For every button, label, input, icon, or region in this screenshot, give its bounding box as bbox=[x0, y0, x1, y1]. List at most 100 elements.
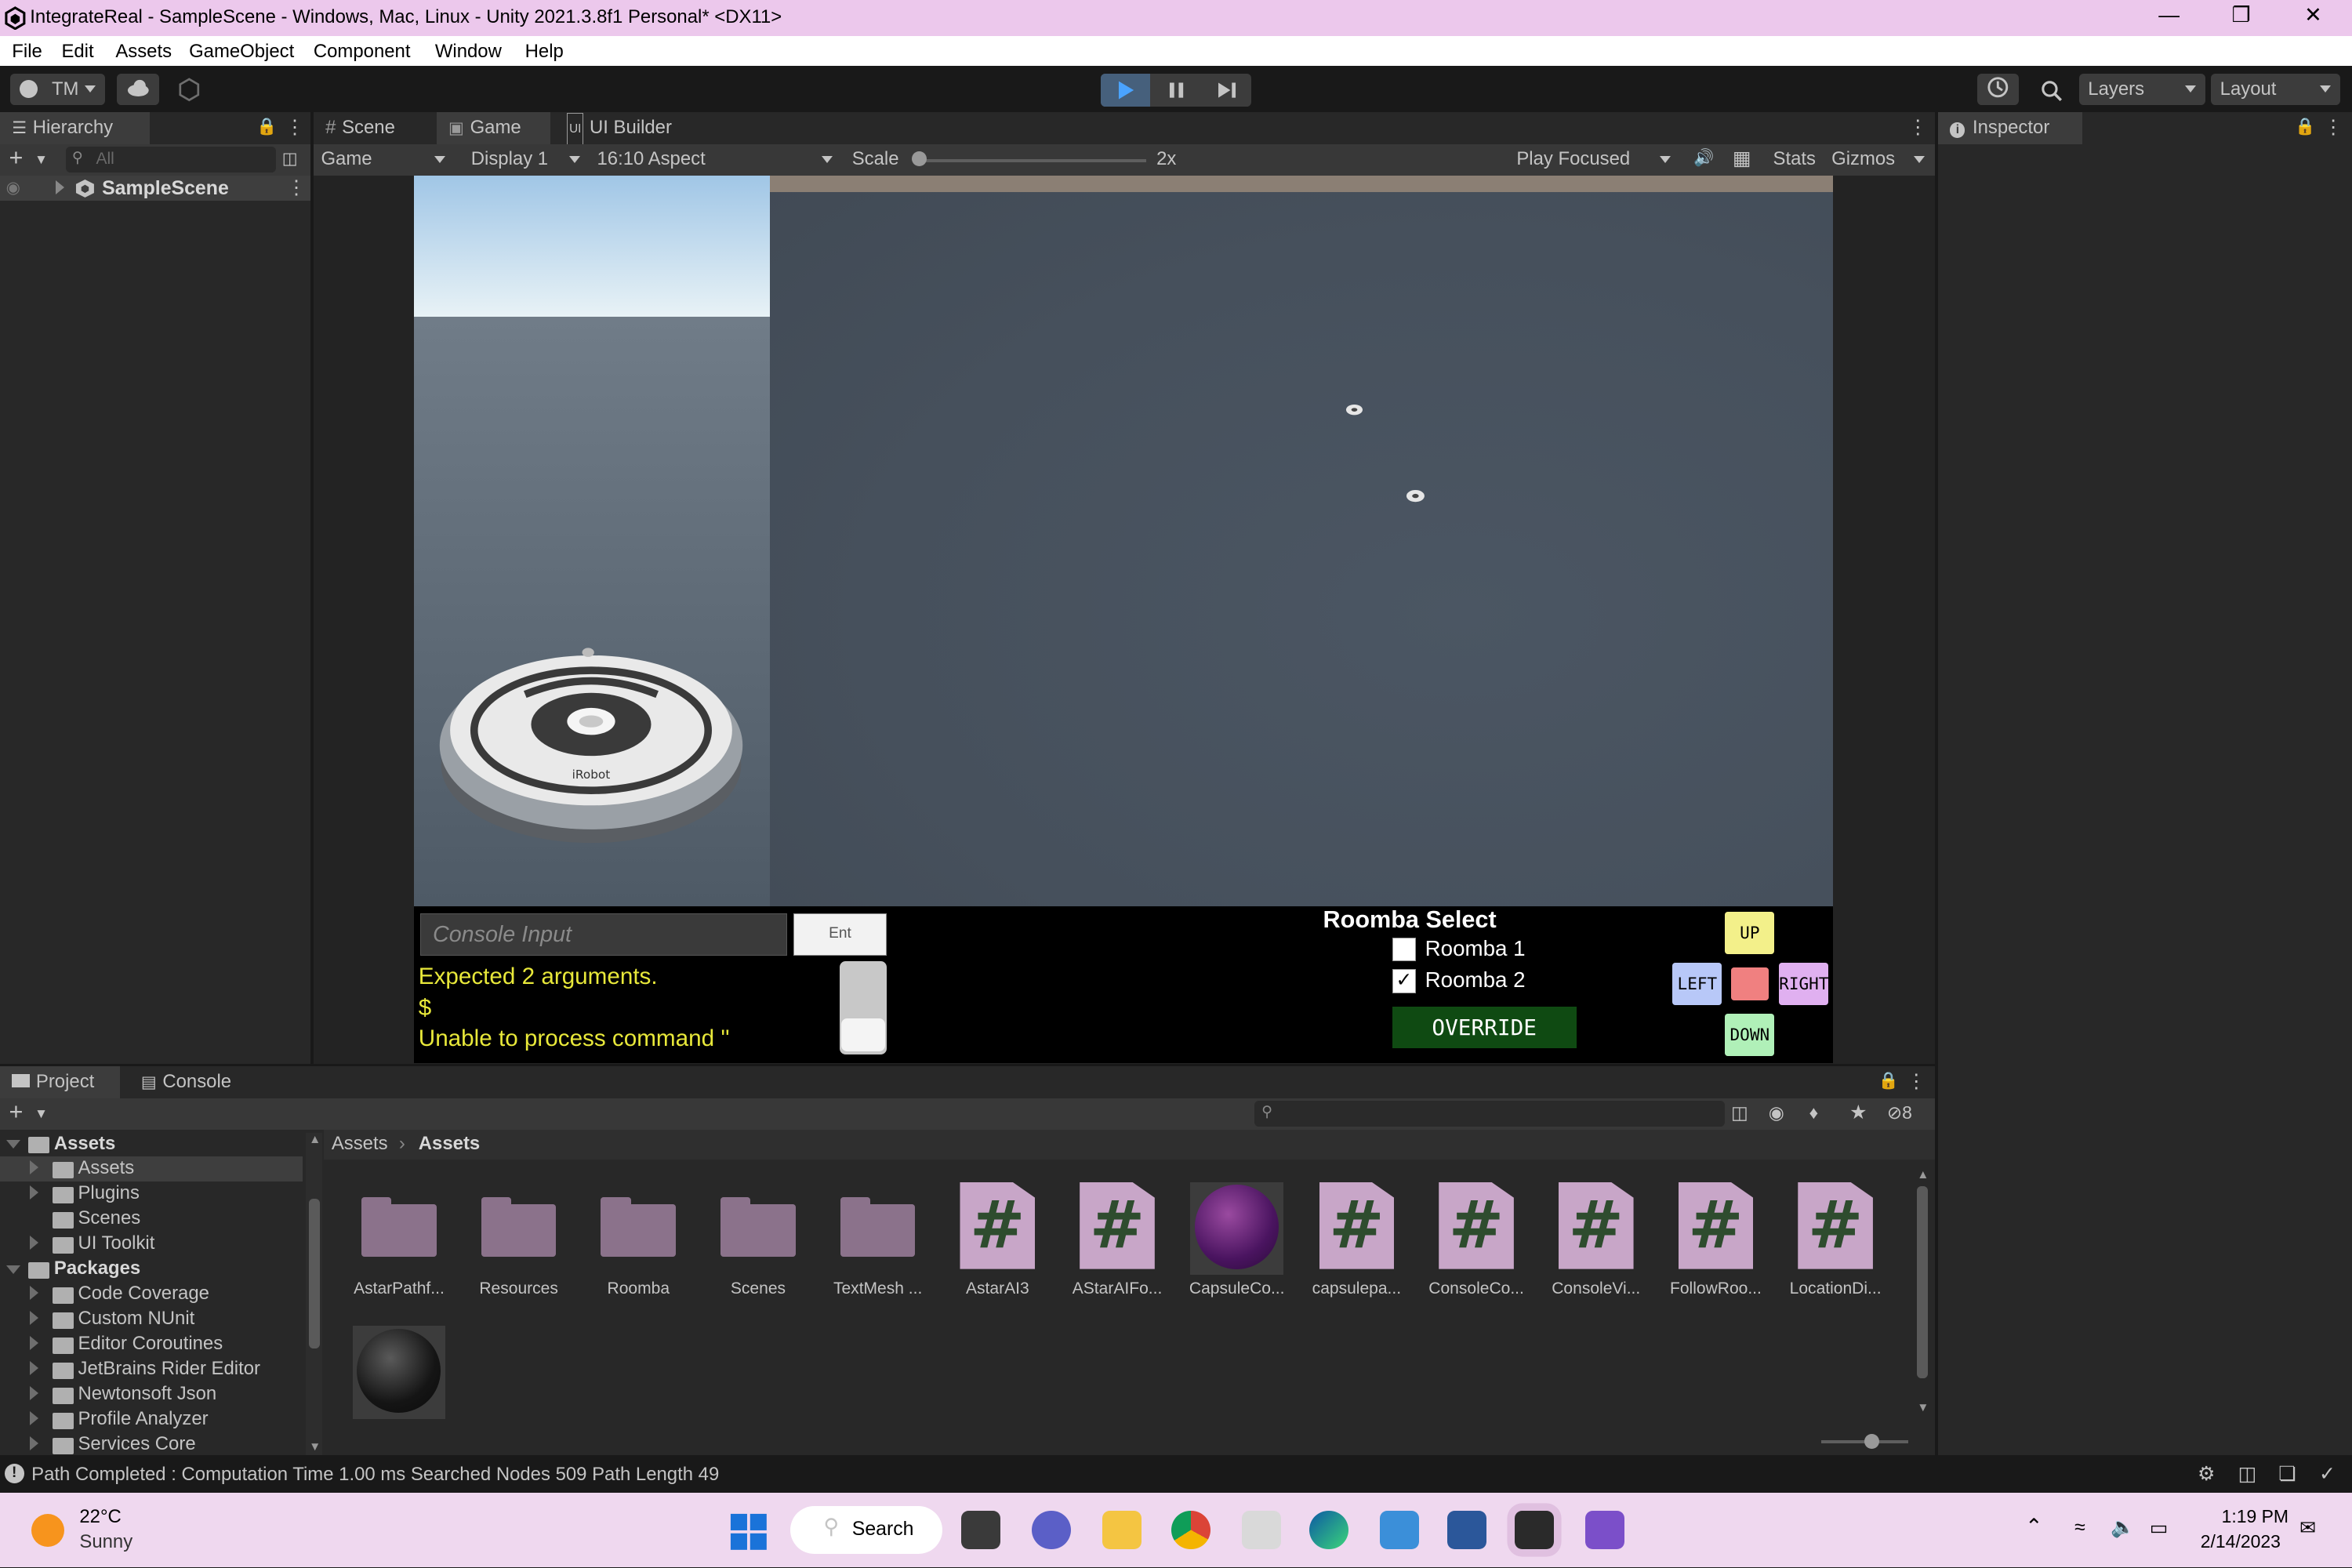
weather-condition[interactable]: Sunny bbox=[79, 1531, 132, 1553]
teams-chat-icon[interactable] bbox=[1032, 1510, 1072, 1550]
hierarchy-search-input[interactable]: ⚲ All bbox=[66, 147, 277, 172]
chevron-right-icon[interactable] bbox=[30, 1360, 38, 1375]
breadcrumb-root[interactable]: Assets bbox=[332, 1133, 388, 1155]
collab-icon[interactable] bbox=[177, 78, 201, 102]
tree-item[interactable]: JetBrains Rider Editor bbox=[0, 1356, 303, 1382]
project-search-input[interactable]: ⚲ bbox=[1254, 1101, 1726, 1127]
taskbar-search[interactable]: ⚲ Search bbox=[790, 1505, 942, 1555]
asset-item[interactable] bbox=[342, 1326, 456, 1449]
override-button[interactable]: OVERRIDE bbox=[1392, 1006, 1577, 1049]
asset-item[interactable]: Roomba bbox=[582, 1182, 695, 1305]
play-button[interactable] bbox=[1101, 73, 1151, 107]
more-options-icon[interactable]: ⋮ bbox=[286, 176, 306, 199]
chevron-right-icon[interactable] bbox=[30, 1286, 38, 1301]
chevron-down-icon[interactable] bbox=[5, 1140, 20, 1149]
tree-item[interactable]: Profile Analyzer bbox=[0, 1406, 303, 1432]
battery-icon[interactable]: ▭ bbox=[2150, 1516, 2169, 1540]
asset-item[interactable]: # LocationDi... bbox=[1778, 1181, 1892, 1305]
scroll-up-icon[interactable]: ▲ bbox=[309, 1133, 321, 1147]
more-options-icon[interactable]: ⋮ bbox=[285, 115, 305, 139]
tree-scrollbar[interactable]: ▲ ▼ bbox=[306, 1132, 323, 1455]
aspect-dropdown[interactable]: 16:10 Aspect bbox=[590, 144, 841, 176]
asset-item[interactable]: CapsuleCo... bbox=[1180, 1181, 1294, 1305]
scroll-down-icon[interactable]: ▼ bbox=[309, 1440, 321, 1454]
notification-icon[interactable]: ✉ bbox=[2299, 1516, 2316, 1540]
clock-time[interactable]: 1:19 PM bbox=[2222, 1506, 2288, 1527]
scene-filter-icon[interactable]: ◫ bbox=[282, 148, 298, 169]
scroll-down-icon[interactable]: ▼ bbox=[1917, 1401, 1929, 1415]
down-button[interactable]: DOWN bbox=[1725, 1014, 1775, 1056]
tree-item[interactable]: Assets bbox=[0, 1156, 303, 1182]
breadcrumb-current[interactable]: Assets bbox=[419, 1133, 480, 1155]
menu-window[interactable]: Window bbox=[435, 41, 502, 63]
chevron-up-icon[interactable]: ⌃ bbox=[2025, 1515, 2042, 1539]
tab-game[interactable]: ▣ Game bbox=[436, 112, 551, 144]
notepad-icon[interactable] bbox=[1380, 1510, 1419, 1550]
chevron-right-icon[interactable] bbox=[30, 1185, 38, 1200]
add-icon[interactable]: + bbox=[9, 144, 23, 172]
sun-icon[interactable] bbox=[31, 1513, 65, 1547]
wifi-icon[interactable]: ≈ bbox=[2074, 1516, 2085, 1539]
menu-file[interactable]: File bbox=[12, 41, 42, 63]
tree-item[interactable]: Custom NUnit bbox=[0, 1306, 303, 1332]
roomba-1-checkbox[interactable] bbox=[1392, 937, 1417, 962]
chevron-down-icon[interactable]: ▼ bbox=[34, 1105, 48, 1122]
visibility-icon[interactable]: ◉ bbox=[6, 177, 20, 198]
step-button[interactable] bbox=[1202, 74, 1251, 107]
search-by-type-icon[interactable]: ◫ bbox=[1731, 1102, 1748, 1123]
cache-icon[interactable]: ◫ bbox=[2238, 1462, 2257, 1486]
asset-item[interactable]: # AStarAIFo... bbox=[1060, 1181, 1174, 1305]
tree-item[interactable]: Newtonsoft Json bbox=[0, 1381, 303, 1407]
enter-button[interactable]: Ent bbox=[793, 913, 887, 956]
chrome-icon[interactable] bbox=[1171, 1510, 1211, 1550]
tree-item[interactable]: Assets bbox=[0, 1131, 303, 1157]
minimize-button[interactable]: — bbox=[2147, 3, 2191, 33]
layout-dropdown[interactable]: Layout bbox=[2211, 73, 2340, 105]
asset-item[interactable]: Scenes bbox=[701, 1182, 815, 1305]
hierarchy-scene-row[interactable]: ◉ SampleScene ⋮ bbox=[0, 175, 311, 201]
stop-button[interactable] bbox=[1730, 967, 1769, 1001]
menu-component[interactable]: Component bbox=[314, 41, 411, 63]
chevron-right-icon[interactable] bbox=[30, 1436, 38, 1450]
account-dropdown[interactable]: TM bbox=[10, 73, 105, 105]
up-button[interactable]: UP bbox=[1725, 912, 1775, 954]
left-button[interactable]: LEFT bbox=[1672, 963, 1722, 1005]
visual-studio-icon[interactable] bbox=[1585, 1510, 1625, 1550]
tree-item[interactable]: Packages bbox=[0, 1256, 303, 1282]
word-icon[interactable] bbox=[1447, 1510, 1487, 1550]
right-button[interactable]: RIGHT bbox=[1779, 963, 1828, 1005]
asset-item[interactable]: # FollowRoo... bbox=[1659, 1181, 1773, 1305]
scroll-up-icon[interactable]: ▲ bbox=[1917, 1168, 1929, 1182]
gizmos-dropdown[interactable]: Gizmos bbox=[1825, 144, 1933, 176]
asset-item[interactable]: AstarPathf... bbox=[342, 1182, 456, 1305]
asset-item[interactable]: Resources bbox=[462, 1182, 575, 1305]
stats-button[interactable]: Stats bbox=[1773, 148, 1816, 170]
tree-item[interactable]: Scenes bbox=[0, 1206, 303, 1232]
asset-scrollbar[interactable]: ▲ ▼ bbox=[1915, 1168, 1930, 1423]
play-focused-dropdown[interactable]: Play Focused bbox=[1511, 144, 1680, 176]
speaker-mute-icon[interactable]: 🔈 bbox=[2111, 1516, 2135, 1539]
unity-hub-icon[interactable] bbox=[1242, 1510, 1281, 1550]
menu-gameobject[interactable]: GameObject bbox=[189, 41, 294, 63]
debug-icon[interactable]: ⚙ bbox=[2198, 1462, 2215, 1486]
asset-scrollbar-thumb[interactable] bbox=[1917, 1186, 1928, 1379]
tree-item[interactable]: UI Toolkit bbox=[0, 1231, 303, 1257]
file-explorer-icon[interactable] bbox=[1102, 1510, 1142, 1550]
console-scrollbar[interactable] bbox=[840, 961, 887, 1054]
layers-dropdown[interactable]: Layers bbox=[2078, 73, 2205, 105]
hidden-eye-icon[interactable]: ⊘8 bbox=[1887, 1102, 1912, 1123]
lock-icon[interactable]: 🔒 bbox=[2295, 117, 2315, 136]
add-icon[interactable]: + bbox=[9, 1098, 23, 1126]
status-message[interactable]: Path Completed : Computation Time 1.00 m… bbox=[31, 1464, 719, 1486]
menu-assets[interactable]: Assets bbox=[115, 41, 172, 63]
menu-help[interactable]: Help bbox=[525, 41, 564, 63]
weather-temp[interactable]: 22°C bbox=[79, 1506, 121, 1528]
task-view-icon[interactable] bbox=[961, 1510, 1001, 1550]
pause-button[interactable] bbox=[1152, 74, 1201, 107]
expand-arrow-icon[interactable] bbox=[55, 180, 64, 194]
tree-item[interactable]: Plugins bbox=[0, 1181, 303, 1207]
tab-hierarchy[interactable]: ☰ Hierarchy bbox=[0, 112, 151, 144]
favorite-star-icon[interactable]: ★ bbox=[1849, 1101, 1867, 1124]
chevron-right-icon[interactable] bbox=[30, 1410, 38, 1425]
tree-item[interactable]: Services Core bbox=[0, 1432, 303, 1457]
